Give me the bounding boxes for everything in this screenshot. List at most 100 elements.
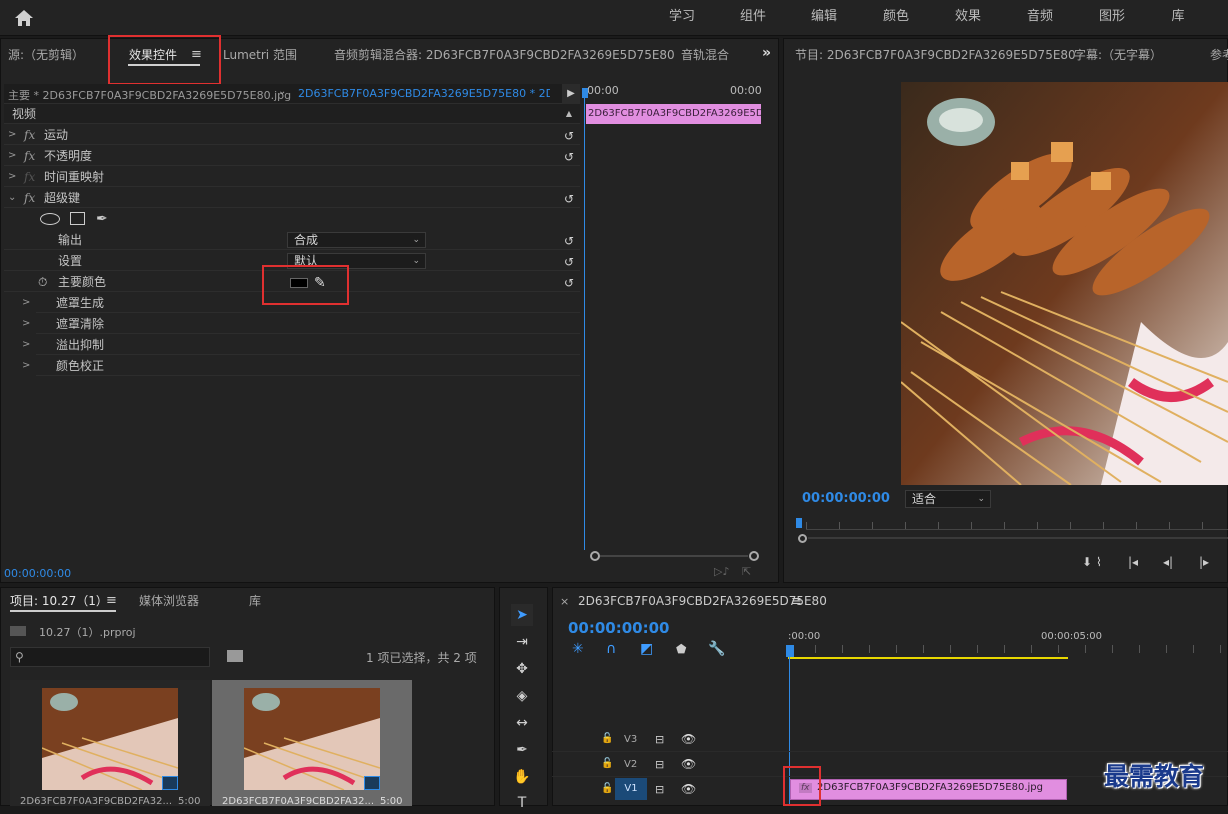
track-select-tool-icon[interactable]: ⇥ <box>511 631 533 653</box>
workspace-color[interactable]: 颜色 <box>872 0 920 34</box>
output-dropdown[interactable]: 合成 ⌄ <box>287 232 426 248</box>
workspace-libraries[interactable]: 库 <box>1160 0 1196 34</box>
sync-lock-icon[interactable]: ⊟ <box>655 733 664 746</box>
workspace-effects[interactable]: 效果 <box>944 0 992 34</box>
program-zoom-handle[interactable] <box>798 534 807 543</box>
nest-icon[interactable]: ✳ <box>572 641 584 657</box>
razor-tool-icon[interactable]: ◈ <box>511 685 533 707</box>
pen-tool-icon[interactable]: ✒ <box>511 739 533 761</box>
tab-reference[interactable]: 参考 <box>1210 40 1228 70</box>
rectangle-mask-icon[interactable] <box>70 212 85 225</box>
tab-audio-track-mixer[interactable]: 音轨混合 <box>681 40 739 70</box>
sequence-tab[interactable]: 2D63FCB7F0A3F9CBD2FA3269E5D75E80 <box>578 594 827 608</box>
sync-lock-icon[interactable]: ⊟ <box>655 783 664 796</box>
chevron-down-icon[interactable]: ⌄ <box>278 86 286 97</box>
project-item-thumbnail-selected[interactable]: 2D63FCB7F0A3F9CBD2FA32... 5:00 <box>212 680 412 807</box>
tab-libraries[interactable]: 库 <box>249 586 261 616</box>
fx-icon[interactable]: fx <box>24 146 35 166</box>
subgroup-row-color-correction[interactable]: > 颜色校正 <box>22 356 580 376</box>
project-item-thumbnail[interactable]: 2D63FCB7F0A3F9CBD2FA32... 5:00 <box>10 680 210 807</box>
ripple-edit-tool-icon[interactable]: ✥ <box>511 658 533 680</box>
effect-row-opacity[interactable]: > fx 不透明度 ↺ <box>4 146 580 166</box>
zoom-scrollbar[interactable] <box>600 555 748 557</box>
program-timecode[interactable]: 00:00:00:00 <box>802 491 890 506</box>
snap-icon[interactable]: ∩ <box>606 641 616 657</box>
zoom-fit-dropdown[interactable]: 适合 ⌄ <box>905 490 991 508</box>
effect-row-motion[interactable]: > fx 运动 ↺ <box>4 125 580 145</box>
program-ruler[interactable] <box>806 522 1228 530</box>
export-icon[interactable]: ⇱ <box>742 565 751 578</box>
lock-icon[interactable]: 🔓 <box>601 758 613 769</box>
eye-icon[interactable]: 👁 <box>681 757 696 771</box>
more-tabs-icon[interactable]: » <box>762 45 771 61</box>
zoom-handle-left[interactable] <box>590 551 600 561</box>
master-clip-label[interactable]: 主要 * 2D63FCB7F0A3F9CBD2FA3269E5D75E80.jp… <box>8 87 291 103</box>
workspace-graphics[interactable]: 图形 <box>1088 0 1136 34</box>
tab-captions[interactable]: 字幕:（无字幕） <box>1074 40 1162 70</box>
marker-icon[interactable]: ⌇ <box>1096 555 1102 569</box>
lock-icon[interactable]: 🔓 <box>601 783 613 794</box>
expand-icon[interactable]: > <box>22 314 30 334</box>
playhead-handle[interactable] <box>582 88 588 98</box>
pen-mask-icon[interactable]: ✒ <box>96 209 108 229</box>
panel-menu-icon[interactable]: ≡ <box>791 594 802 609</box>
timeline-clip[interactable]: fx 2D63FCB7F0A3F9CBD2FA3269E5D75E80.jpg <box>790 779 1067 800</box>
workspace-learn[interactable]: 学习 <box>658 0 706 34</box>
tab-media-browser[interactable]: 媒体浏览器 <box>139 586 199 616</box>
step-forward-icon[interactable]: |▸ <box>1199 555 1209 569</box>
reset-icon[interactable]: ↺ <box>564 147 574 167</box>
effect-controls-timecode[interactable]: 00:00:00:00 <box>4 567 71 580</box>
panel-menu-icon[interactable]: ≡ <box>106 593 117 608</box>
mini-clip-bar[interactable]: 2D63FCB7F0A3F9CBD2FA3269E5D <box>586 104 761 124</box>
fx-icon[interactable]: fx <box>24 125 35 145</box>
eye-icon[interactable]: 👁 <box>681 782 696 796</box>
expand-icon[interactable]: > <box>22 335 30 355</box>
program-playhead[interactable] <box>796 518 802 528</box>
reset-icon[interactable]: ↺ <box>564 273 574 293</box>
reset-icon[interactable]: ↺ <box>564 189 574 209</box>
tab-source[interactable]: 源:（无剪辑） <box>8 40 84 70</box>
expand-icon[interactable]: > <box>8 167 18 187</box>
slip-tool-icon[interactable]: ↔ <box>511 712 533 734</box>
wrench-icon[interactable]: 🔧 <box>708 641 725 657</box>
hand-tool-icon[interactable]: ✋ <box>511 766 533 788</box>
eye-icon[interactable]: 👁 <box>681 732 696 746</box>
collapse-chevron-icon[interactable]: ⌄ <box>8 188 18 208</box>
expand-icon[interactable]: > <box>8 146 18 166</box>
mark-in-icon[interactable]: |◂ <box>1128 555 1138 569</box>
home-icon[interactable] <box>14 9 34 27</box>
step-back-icon[interactable]: ◂| <box>1163 555 1173 569</box>
workspace-edit[interactable]: 编辑 <box>800 0 848 34</box>
expand-icon[interactable]: > <box>8 125 18 145</box>
lock-icon[interactable]: 🔓 <box>601 733 613 744</box>
timeline-playhead-handle[interactable] <box>786 645 794 657</box>
workspace-audio[interactable]: 音频 <box>1016 0 1064 34</box>
tab-lumetri-scopes[interactable]: Lumetri 范围 <box>223 40 297 70</box>
selection-tool-icon[interactable]: ➤ <box>511 604 533 626</box>
reset-icon[interactable]: ↺ <box>564 231 574 251</box>
expand-icon[interactable]: > <box>22 356 30 376</box>
timeline-ruler[interactable] <box>788 645 1228 653</box>
sequence-clip-label[interactable]: 2D63FCB7F0A3F9CBD2FA3269E5D75E80 * 2D63.… <box>298 87 550 100</box>
zoom-handle-right[interactable] <box>749 551 759 561</box>
track-label-v2[interactable]: V2 <box>624 759 637 770</box>
play-audio-icon[interactable]: ▷♪ <box>714 565 729 578</box>
add-marker-icon[interactable]: ⬟ <box>676 642 686 656</box>
reset-icon[interactable]: ↺ <box>564 126 574 146</box>
subgroup-row-spill-suppression[interactable]: > 溢出抑制 <box>22 335 580 355</box>
subgroup-row-matte-generation[interactable]: > 遮罩生成 <box>22 293 580 313</box>
program-zoom-bar[interactable] <box>808 537 1228 539</box>
effect-row-ultra-key[interactable]: ⌄ fx 超级键 ↺ <box>4 188 580 208</box>
ellipse-mask-icon[interactable] <box>40 213 60 225</box>
reset-icon[interactable]: ↺ <box>564 252 574 272</box>
close-icon[interactable]: × <box>560 595 569 608</box>
subgroup-row-matte-cleanup[interactable]: > 遮罩清除 <box>22 314 580 334</box>
work-area-bar[interactable] <box>788 657 1068 659</box>
play-icon[interactable]: ▶ <box>562 84 580 104</box>
workspace-assembly[interactable]: 组件 <box>729 0 777 34</box>
track-label-v1[interactable]: V1 <box>615 778 647 800</box>
tab-audio-clip-mixer[interactable]: 音频剪辑混合器: 2D63FCB7F0A3F9CBD2FA3269E5D75E8… <box>334 40 675 70</box>
tab-program[interactable]: 节目: 2D63FCB7F0A3F9CBD2FA3269E5D75E80 <box>795 40 1076 70</box>
type-tool-icon[interactable]: T <box>511 792 533 814</box>
stopwatch-icon[interactable]: ⏱ <box>38 272 47 292</box>
